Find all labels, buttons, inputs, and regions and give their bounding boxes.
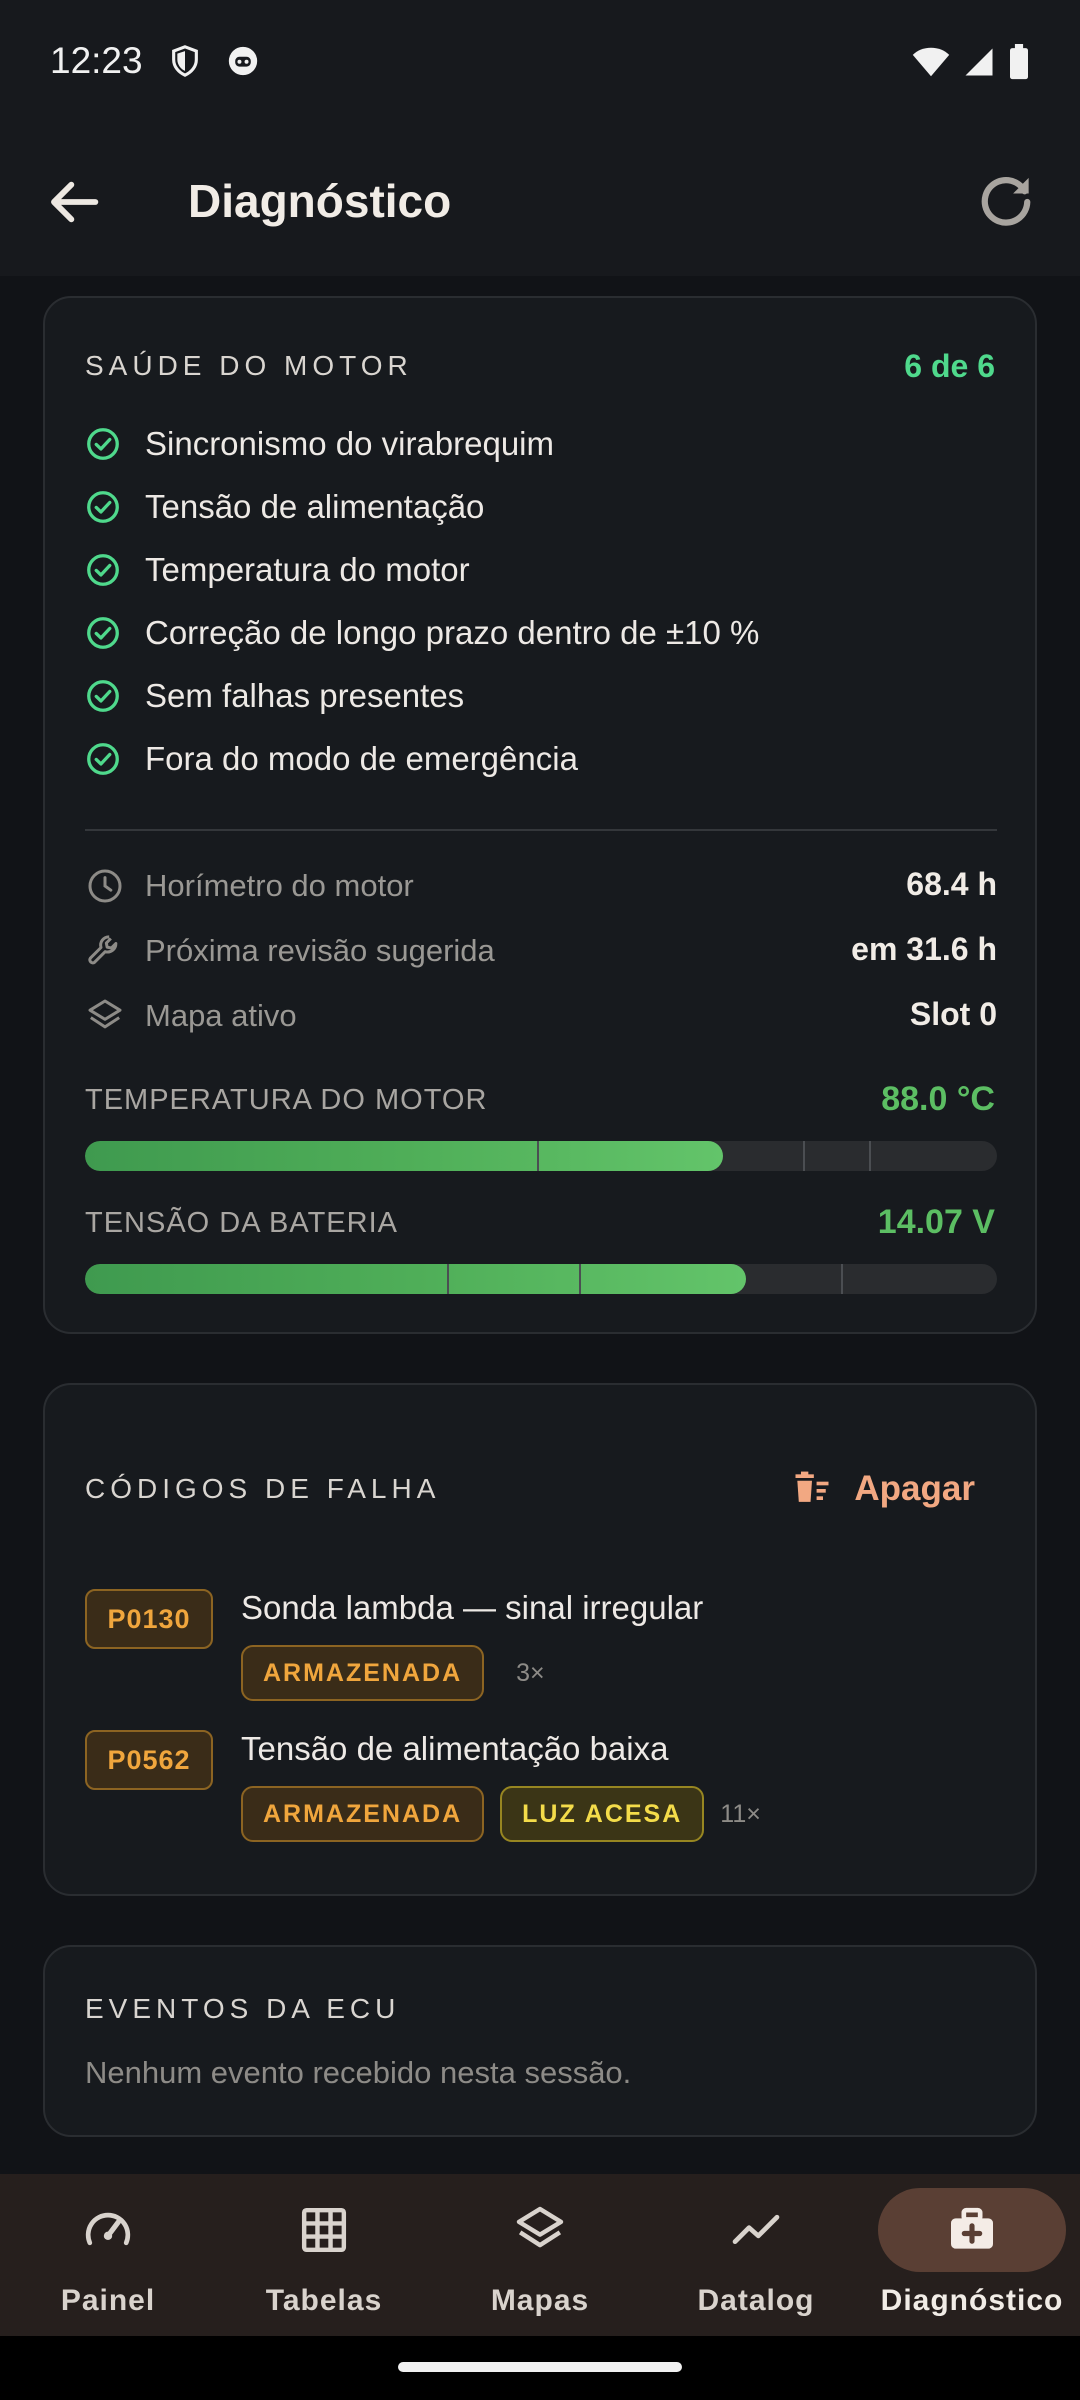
- info-label: Horímetro do motor: [145, 868, 414, 903]
- nav-item-diagnostico[interactable]: Diagnóstico: [864, 2174, 1080, 2336]
- nav-item-datalog[interactable]: Datalog: [648, 2174, 864, 2336]
- layers-icon: [516, 2206, 564, 2248]
- battery-voltage-bar-fill: [85, 1264, 747, 1294]
- signal-icon: [964, 46, 994, 83]
- health-check-item: Fora do modo de emergência: [85, 739, 578, 779]
- engine-health-card: SAÚDE DO MOTOR 6 de 6 Sincronismo do vir…: [43, 296, 1037, 1334]
- refresh-button[interactable]: [972, 168, 1040, 236]
- health-check-count: 6 de 6: [904, 348, 995, 384]
- fault-occurrence-count: 11×: [720, 1799, 761, 1828]
- wrench-icon: [88, 935, 118, 965]
- medical-kit-icon: [951, 2207, 993, 2249]
- nav-label: Painel: [60, 2284, 156, 2317]
- health-check-label: Sem falhas presentes: [145, 677, 465, 714]
- battery-voltage-bar: [85, 1264, 997, 1294]
- health-check-label: Correção de longo prazo dentro de ±10 %: [145, 614, 760, 651]
- fault-codes-title: CÓDIGOS DE FALHA: [85, 1473, 441, 1504]
- check-circle-icon: [87, 680, 119, 712]
- nav-item-mapas[interactable]: Mapas: [432, 2174, 648, 2336]
- check-circle-icon: [87, 554, 119, 586]
- battery-voltage-value: 14.07 V: [877, 1203, 995, 1241]
- engine-temp-bar: [85, 1141, 997, 1171]
- app-bar: Diagnóstico: [0, 130, 1080, 276]
- ecu-events-empty-message: Nenhum evento recebido nesta sessão.: [85, 2055, 632, 2090]
- back-button[interactable]: [42, 170, 106, 234]
- engine-temp-value: 88.0 °C: [881, 1080, 995, 1118]
- wifi-icon: [912, 46, 950, 83]
- fault-description: Tensão de alimentação baixa: [241, 1730, 669, 1767]
- fault-item[interactable]: P0562 Tensão de alimentação baixa ARMAZE…: [85, 1730, 997, 1844]
- check-circle-icon: [87, 743, 119, 775]
- fault-code-badge: P0130: [85, 1589, 213, 1649]
- nav-label: Tabelas: [265, 2284, 383, 2317]
- gauge-tick: [869, 1141, 871, 1171]
- clock-icon: [88, 869, 122, 903]
- fault-code-badge: P0562: [85, 1730, 213, 1790]
- ecu-events-card: EVENTOS DA ECU Nenhum evento recebido ne…: [43, 1945, 1037, 2137]
- layers-icon: [88, 999, 122, 1029]
- engine-health-title: SAÚDE DO MOTOR: [85, 350, 413, 381]
- arrow-left-icon: [51, 181, 99, 223]
- page-title: Diagnóstico: [188, 175, 452, 227]
- health-check-item: Sem falhas presentes: [85, 676, 464, 716]
- check-circle-icon: [87, 617, 119, 649]
- health-check-label: Fora do modo de emergência: [145, 740, 578, 777]
- engine-temp-bar-fill: [85, 1141, 724, 1171]
- status-time: 12:23: [50, 40, 143, 81]
- nav-item-tabelas[interactable]: Tabelas: [216, 2174, 432, 2336]
- info-row-next-service: Próxima revisão sugerida em 31.6 h: [85, 929, 997, 973]
- fault-tag-stored: ARMAZENADA: [241, 1786, 485, 1842]
- nav-label: Diagnóstico: [880, 2284, 1064, 2317]
- health-check-item: Temperatura do motor: [85, 550, 470, 590]
- divider: [85, 829, 997, 831]
- gauge-tick: [447, 1264, 449, 1294]
- clear-faults-label: Apagar: [854, 1469, 975, 1508]
- gauge-tick: [803, 1141, 805, 1171]
- home-indicator[interactable]: [398, 2362, 682, 2372]
- battery-voltage-label: TENSÃO DA BATERIA: [85, 1207, 398, 1239]
- gauge-tick: [537, 1141, 539, 1171]
- health-check-label: Tensão de alimentação: [145, 488, 485, 525]
- check-circle-icon: [87, 428, 119, 460]
- gauge-tick: [841, 1264, 843, 1294]
- refresh-icon: [981, 176, 1031, 226]
- fault-tag-lamp-on: LUZ ACESA: [500, 1786, 705, 1842]
- status-bar: 12:23: [0, 0, 1080, 130]
- ecu-events-title: EVENTOS DA ECU: [85, 1993, 401, 2024]
- fault-tag-stored: ARMAZENADA: [241, 1645, 485, 1701]
- battery-icon: [1008, 44, 1030, 85]
- fault-description: Sonda lambda — sinal irregular: [241, 1589, 704, 1626]
- chart-line-icon: [732, 2214, 780, 2244]
- clear-faults-button[interactable]: Apagar: [790, 1461, 975, 1517]
- nav-item-painel[interactable]: Painel: [0, 2174, 216, 2336]
- info-label: Próxima revisão sugerida: [145, 933, 495, 968]
- check-circle-icon: [87, 491, 119, 523]
- engine-temp-label: TEMPERATURA DO MOTOR: [85, 1084, 488, 1116]
- fault-item[interactable]: P0130 Sonda lambda — sinal irregular ARM…: [85, 1589, 997, 1703]
- gauge-icon: [85, 2212, 131, 2246]
- app-notification-icon: [226, 44, 260, 83]
- health-check-label: Sincronismo do virabrequim: [145, 425, 555, 462]
- fault-occurrence-count: 3×: [516, 1658, 545, 1687]
- info-row-engine-hours: Horímetro do motor 68.4 h: [85, 864, 997, 908]
- info-label: Mapa ativo: [145, 998, 297, 1033]
- shield-icon: [168, 44, 202, 83]
- health-check-label: Temperatura do motor: [145, 551, 470, 588]
- bottom-navigation: Painel Tabelas Mapas Datalog Diagnóstico: [0, 2174, 1080, 2336]
- delete-sweep-icon: [795, 1471, 829, 1502]
- health-check-item: Tensão de alimentação: [85, 487, 484, 527]
- fault-codes-card: CÓDIGOS DE FALHA Apagar P0130 Sonda lamb…: [43, 1383, 1037, 1896]
- info-value: Slot 0: [909, 996, 997, 1032]
- info-row-active-map: Mapa ativo Slot 0: [85, 994, 997, 1038]
- health-check-item: Correção de longo prazo dentro de ±10 %: [85, 613, 759, 653]
- nav-label: Datalog: [697, 2284, 815, 2317]
- info-value: em 31.6 h: [851, 931, 997, 967]
- info-value: 68.4 h: [906, 866, 997, 902]
- grid-icon: [301, 2207, 347, 2253]
- health-check-item: Sincronismo do virabrequim: [85, 424, 554, 464]
- nav-label: Mapas: [490, 2284, 590, 2317]
- gauge-tick: [579, 1264, 581, 1294]
